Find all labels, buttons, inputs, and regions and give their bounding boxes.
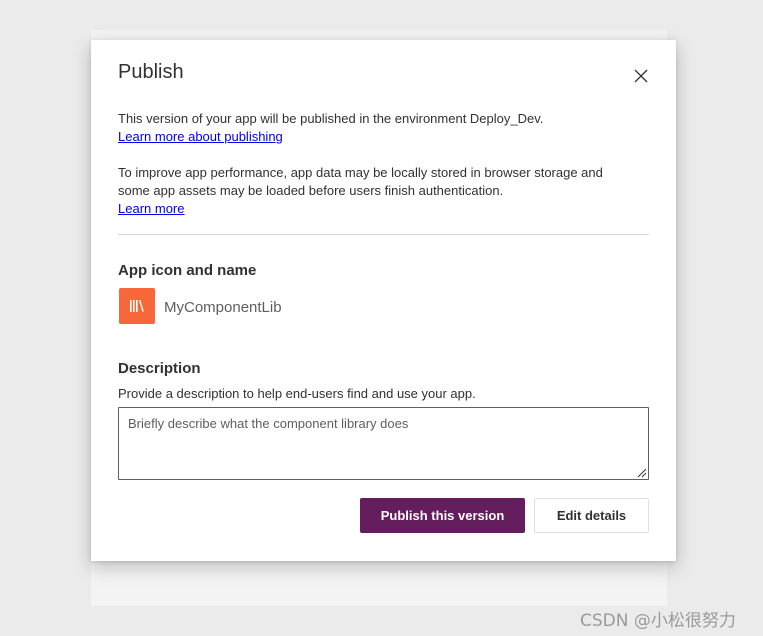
edit-details-button[interactable]: Edit details (534, 498, 649, 533)
resize-grip-icon[interactable] (635, 466, 647, 478)
learn-more-link[interactable]: Learn more (118, 200, 184, 218)
description-help-text: Provide a description to help end-users … (118, 386, 476, 401)
learn-more-publishing-link[interactable]: Learn more about publishing (118, 128, 283, 146)
app-icon-name-label: App icon and name (118, 262, 257, 279)
publish-this-version-button[interactable]: Publish this version (360, 498, 525, 533)
library-books-icon (130, 300, 144, 312)
performance-text: To improve app performance, app data may… (118, 165, 603, 198)
publish-dialog: Publish This version of your app will be… (91, 40, 676, 561)
description-label: Description (118, 360, 201, 377)
intro-block: This version of your app will be publish… (118, 110, 638, 146)
divider (118, 234, 649, 235)
description-input[interactable] (118, 407, 649, 480)
performance-block: To improve app performance, app data may… (118, 164, 638, 218)
app-name: MyComponentLib (164, 299, 282, 316)
close-button[interactable] (631, 66, 651, 86)
watermark: CSDN @小松很努力 (580, 611, 736, 631)
dialog-title: Publish (118, 61, 184, 83)
close-icon (634, 69, 648, 83)
app-icon (119, 288, 155, 324)
intro-text: This version of your app will be publish… (118, 111, 544, 126)
